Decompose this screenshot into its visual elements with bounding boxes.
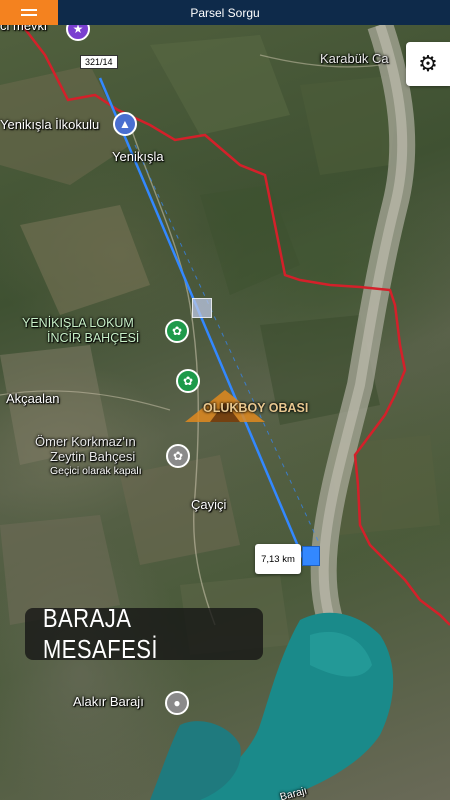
satellite-map[interactable]: ★ ci mevki Karabük Ca ▲ Yenikışla İlkoku…	[0, 25, 450, 800]
poi-label-lokum-line1: YENİKIŞLA LOKUM	[22, 316, 134, 330]
distance-label: 7,13 km	[255, 544, 301, 574]
place-label-karabuk: Karabük Ca	[320, 51, 389, 66]
place-label-yenikisla: Yenikışla	[112, 149, 164, 164]
dam-pin-icon[interactable]: ●	[165, 691, 189, 715]
menu-button[interactable]	[0, 0, 58, 25]
parcel-number-label[interactable]: 321/14	[80, 55, 118, 69]
gear-icon: ⚙	[418, 51, 438, 76]
poi-label-camp: OLUKBOY OBASI	[203, 401, 309, 415]
poi-label-omer-line1: Ömer Korkmaz'ın	[35, 434, 136, 449]
app-header: Parsel Sorgu	[0, 0, 450, 25]
caption-text: BARAJA MESAFESİ	[42, 603, 159, 664]
poi-label-omer-line2: Zeytin Bahçesi	[50, 449, 136, 464]
hamburger-menu-icon	[21, 14, 37, 16]
measure-mid-handle[interactable]	[192, 298, 212, 318]
flower-icon[interactable]: ✿	[165, 319, 189, 343]
flower-icon[interactable]: ✿	[166, 444, 190, 468]
place-label-dam: Alakır Barajı	[73, 694, 144, 709]
place-label-cayici: Çayiçi	[191, 497, 227, 512]
settings-button[interactable]: ⚙	[406, 42, 450, 86]
page-title: Parsel Sorgu	[190, 5, 260, 20]
poi-label-yenikisla-school: Yenikışla İlkokulu	[0, 117, 100, 132]
caption-overlay: BARAJA MESAFESİ	[25, 603, 263, 664]
poi-label-top-left: ci mevki	[0, 25, 47, 33]
poi-label-lokum-line2: İNCİR BAHÇESİ	[47, 331, 140, 345]
measure-end-handle[interactable]	[302, 546, 320, 566]
poi-label-omer-status: Geçici olarak kapalı	[50, 465, 142, 477]
camp-marker[interactable]: OLUKBOY OBASI	[185, 388, 320, 426]
school-icon[interactable]: ▲	[113, 112, 137, 136]
place-label-akcaalan: Akçaalan	[6, 391, 60, 406]
